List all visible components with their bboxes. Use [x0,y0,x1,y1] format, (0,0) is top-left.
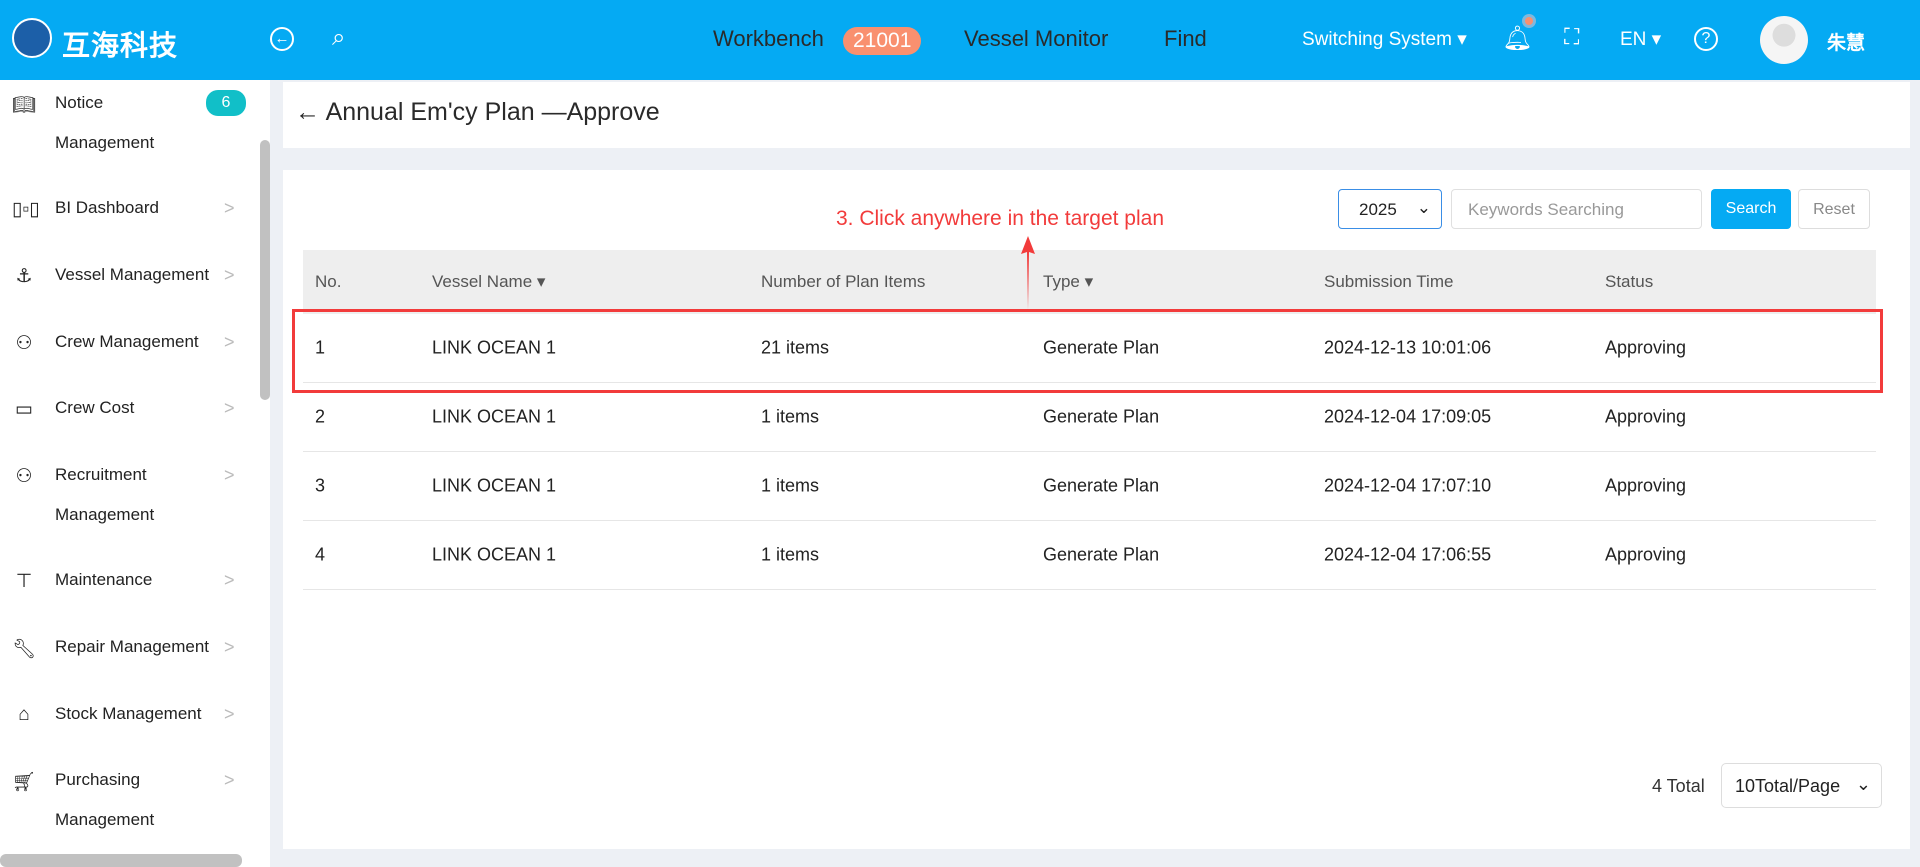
cell-no: 3 [315,475,326,496]
cell-status: Approving [1605,544,1687,565]
cell-submission-time: 2024-12-04 17:09:05 [1324,406,1492,427]
sidebar-vertical-scrollbar[interactable] [260,140,270,400]
help-icon[interactable]: ? [1694,27,1718,51]
switching-system-dropdown[interactable]: Switching System ▾ [1302,28,1467,51]
cell-type: Generate Plan [1043,406,1160,427]
cell-vessel-name: LINK OCEAN 1 [432,544,557,565]
cell-status: Approving [1605,406,1687,427]
cell-vessel-name: LINK OCEAN 1 [432,475,557,496]
notification-dot [1522,14,1536,28]
chevron-right-icon: > [224,198,235,218]
top-header: 互海科技 ← ⌕ Workbench 21001 Vessel Monitor … [0,0,1920,80]
col-submission-time: Submission Time [1324,272,1454,291]
sidebar: 📖︎ Notice Management 6 ▯▫▯ BI Dashboard > ⚓︎ V… [0,80,270,867]
cell-status: Approving [1605,475,1687,496]
wallet-icon: ▭ [15,399,33,420]
nav-find[interactable]: Find [1164,26,1207,52]
chevron-right-icon: > [224,398,235,418]
user-add-icon: ⚇ [15,466,33,487]
company-logo [12,18,52,58]
cart-icon: 🛒︎ [12,772,37,793]
chevron-down-icon: ⌄ [1855,774,1871,794]
hammer-icon: ⊤ [15,571,33,592]
reset-button[interactable]: Reset [1798,189,1870,229]
cell-submission-time: 2024-12-04 17:07:10 [1324,475,1492,496]
user-icon: ⚇ [15,333,33,354]
cell-type: Generate Plan [1043,544,1160,565]
sidebar-horizontal-scrollbar[interactable] [0,854,242,867]
page-size-select[interactable]: 10Total/Page ⌄ [1721,763,1882,808]
bar-chart-icon: ▯▫▯ [12,199,40,220]
year-select[interactable]: 2025 ⌄ [1338,189,1442,229]
language-label: EN [1620,29,1647,50]
highlight-box [292,309,1883,393]
col-status: Status [1605,272,1654,291]
switching-system-label: Switching System [1302,29,1452,50]
cell-plan-items: 1 items [761,544,820,565]
chevron-right-icon: > [224,265,235,285]
cell-plan-items: 1 items [761,475,820,496]
sort-down-icon: ▾ [1084,272,1094,291]
anchor-icon: ⚓︎ [15,266,33,287]
col-no: No. [315,272,342,291]
cell-no: 2 [315,406,326,427]
avatar[interactable] [1760,16,1808,64]
workbench-badge: 21001 [843,27,922,55]
notice-badge: 6 [206,90,246,116]
table-header: No. Vessel Name ▾ Number of Plan Items T… [303,250,1876,314]
plan-table: No. Vessel Name ▾ Number of Plan Items T… [303,250,1876,590]
chevron-down-icon: ⌄ [1416,198,1431,217]
chevron-right-icon: > [224,704,235,724]
table-row[interactable]: 4 LINK OCEAN 1 1 items Generate Plan 2024-12… [303,521,1876,590]
col-plan-items: Number of Plan Items [761,272,926,291]
language-dropdown[interactable]: EN ▾ [1620,28,1661,51]
book-icon: 📖︎ [12,95,37,116]
cell-submission-time: 2024-12-04 17:06:55 [1324,544,1492,565]
col-vessel-name[interactable]: Vessel Name ▾ [432,272,545,292]
cell-vessel-name: LINK OCEAN 1 [432,406,557,427]
nav-workbench[interactable]: Workbench [713,26,824,52]
total-count: 4 Total [1652,776,1705,796]
col-type[interactable]: Type ▾ [1043,272,1093,292]
chevron-right-icon: > [224,465,235,485]
cell-no: 4 [315,544,326,565]
fullscreen-icon[interactable]: ⛶ [1564,24,1579,50]
page-title: ← Annual Em'cy Plan —Approve [295,98,660,126]
search-button[interactable]: Search [1711,189,1791,229]
brand-name: 互海科技 [62,30,179,61]
cell-type: Generate Plan [1043,475,1160,496]
bell-icon[interactable]: 🔔︎ [1502,24,1532,53]
back-arrow-icon[interactable]: ← [295,98,326,126]
annotation-text: 3. Click anywhere in the target plan [836,207,1165,230]
chevron-right-icon: > [224,332,235,352]
cell-plan-items: 1 items [761,406,820,427]
user-name[interactable]: 朱慧 [1827,28,1865,55]
annotation-arrow [1021,236,1035,310]
keywords-search-input[interactable]: Keywords Searching [1451,189,1702,229]
back-circle-icon[interactable]: ← [270,27,294,51]
chevron-right-icon: > [224,770,235,790]
table-row[interactable]: 3 LINK OCEAN 1 1 items Generate Plan 2024-12… [303,452,1876,521]
search-icon[interactable]: ⌕ [332,24,345,52]
wrench-icon: 🔧︎ [12,639,37,660]
sort-down-icon: ▾ [536,272,546,291]
nav-vessel-monitor[interactable]: Vessel Monitor [964,26,1108,52]
chevron-right-icon: > [224,570,235,590]
chevron-right-icon: > [224,637,235,657]
warehouse-icon: ⌂ [18,704,30,725]
table-row[interactable]: 2 LINK OCEAN 1 1 items Generate Plan 2024-12… [303,383,1876,452]
